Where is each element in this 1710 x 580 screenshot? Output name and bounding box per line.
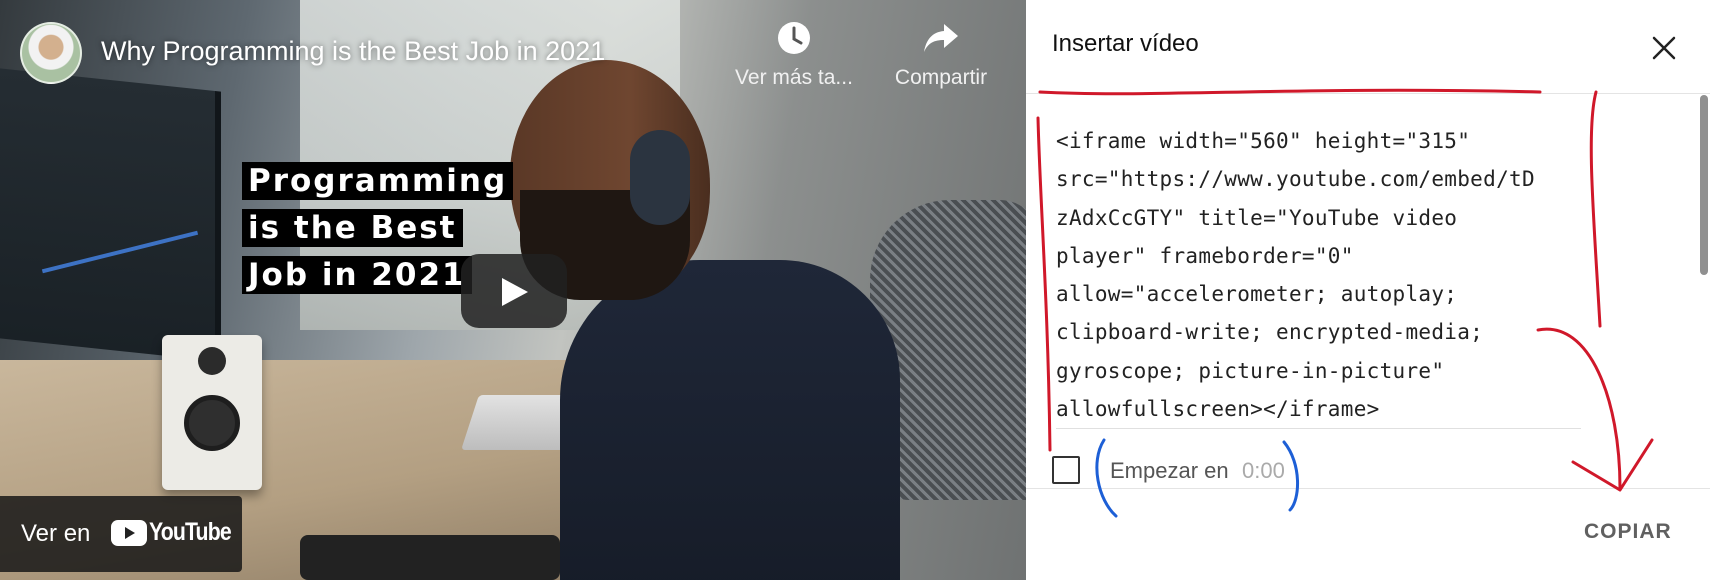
share-label: Compartir — [894, 66, 988, 89]
thumbnail-text-line: Job in 2021 — [242, 256, 472, 294]
code-line: player" frameborder="0" — [1056, 243, 1354, 268]
share-button[interactable]: Compartir — [871, 20, 1011, 90]
thumbnail-headphone — [630, 130, 690, 225]
watch-later-label: Ver más ta... — [735, 66, 853, 89]
copy-button[interactable]: COPIAR — [1584, 520, 1672, 544]
code-line: allowfullscreen></iframe> — [1056, 397, 1380, 422]
thumbnail-text-line: Programming — [242, 162, 514, 200]
thumbnail-person-body — [560, 260, 900, 580]
thumbnail-monitor — [0, 68, 221, 362]
code-box-underline — [1056, 428, 1581, 429]
code-line: allow="accelerometer; autoplay; — [1056, 282, 1458, 307]
thumbnail-text-line: is the Best — [242, 209, 463, 247]
dialog-title: Insertar vídeo — [1052, 30, 1199, 57]
embed-code-textarea[interactable]: <iframe width="560" height="315" src="htt… — [1056, 122, 1581, 428]
code-line: <iframe width="560" height="315" — [1056, 129, 1471, 153]
start-at-label: Empezar en — [1110, 458, 1229, 483]
share-arrow-icon — [924, 24, 958, 52]
panel-scrollbar[interactable] — [1700, 95, 1708, 275]
play-icon — [502, 278, 528, 306]
code-line: gyroscope; picture-in-picture" — [1056, 358, 1445, 383]
clock-icon — [778, 22, 810, 54]
channel-avatar[interactable] — [20, 22, 82, 84]
play-button[interactable] — [461, 254, 567, 328]
youtube-wordmark: YouTube — [149, 518, 232, 546]
code-line: zAdxCcGTY" title="YouTube video — [1056, 205, 1458, 230]
close-button[interactable] — [1646, 30, 1682, 66]
video-title-link[interactable]: Why Programming is the Best Job in 2021 — [101, 36, 605, 67]
youtube-play-logo-icon — [111, 520, 147, 546]
watch-on-youtube-button[interactable]: Ver en YouTube — [0, 496, 242, 572]
start-at-checkbox[interactable] — [1052, 456, 1080, 484]
dialog-divider — [1026, 93, 1710, 94]
thumbnail-speaker — [162, 335, 262, 490]
close-icon — [1652, 36, 1676, 60]
start-at-time-input[interactable]: 0:00 — [1242, 458, 1285, 484]
thumbnail-keyboard — [300, 535, 560, 580]
code-line: src="https://www.youtube.com/embed/tD — [1056, 167, 1535, 192]
dialog-footer-divider — [1026, 488, 1710, 489]
code-line: clipboard-write; encrypted-media; — [1056, 320, 1484, 345]
watch-on-label: Ver en — [21, 520, 91, 547]
embed-video-dialog: Insertar vídeo <iframe width="560" heigh… — [1026, 0, 1710, 580]
video-player[interactable]: Programming is the Best Job in 2021 Why … — [0, 0, 1026, 580]
watch-later-button[interactable]: Ver más ta... — [724, 20, 864, 90]
